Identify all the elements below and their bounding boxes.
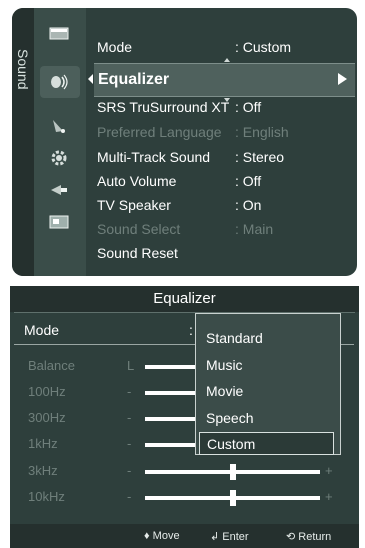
menu-item-tv-speaker[interactable]: TV Speaker : On (97, 193, 347, 217)
menu-item-value: : Custom (235, 39, 292, 55)
dropdown-option-custom[interactable]: Custom (199, 432, 334, 455)
sound-tab-label: Sound (15, 49, 31, 90)
eq-slider-knob[interactable] (229, 490, 236, 506)
left-arrow-icon (88, 74, 93, 84)
footer-enter-label: Enter (222, 531, 249, 543)
menu-item-label: Sound Select (97, 221, 181, 237)
footer-enter-hint: ↲ Enter (210, 530, 249, 543)
setup-icon[interactable] (48, 148, 70, 168)
eq-band-label: 1kHz (28, 436, 58, 451)
menu-item-label: Mode (97, 39, 133, 55)
right-arrow-icon (338, 73, 347, 85)
mode-label: Mode (24, 322, 60, 338)
menu-item-value: : On (235, 197, 262, 213)
footer-return-hint: ⟲ Return (286, 530, 331, 543)
channel-icon[interactable] (48, 116, 70, 136)
sound-icon[interactable] (48, 72, 70, 92)
equalizer-footer: ♦ Move ↲ Enter ⟲ Return (10, 524, 359, 548)
sound-menu-panel: Sound Mode : Custom Equalizer SRS TruSur… (12, 8, 357, 276)
eq-left-mark: - (127, 489, 132, 504)
menu-item-value: : Stereo (235, 149, 285, 165)
eq-right-mark: + (325, 463, 333, 478)
menu-item-label: SRS TruSurround XT (97, 99, 230, 115)
menu-item-label: Sound Reset (97, 245, 178, 261)
dropdown-option-label: Music (206, 357, 243, 373)
dropdown-option-label: Movie (206, 383, 244, 399)
scroll-up-indicator (224, 58, 230, 62)
menu-item-sound-reset[interactable]: Sound Reset (97, 241, 347, 265)
menu-item-label: Multi-Track Sound (97, 149, 211, 165)
picture-icon[interactable] (48, 24, 70, 44)
menu-item-label: Auto Volume (97, 173, 177, 189)
equalizer-title: Equalizer (153, 290, 216, 307)
eq-band-label: 3kHz (28, 463, 58, 478)
menu-item-label: TV Speaker (97, 197, 171, 213)
dropdown-option-standard[interactable]: Standard (199, 327, 332, 348)
eq-left-mark: L (127, 358, 135, 373)
eq-left-mark: - (127, 410, 132, 425)
footer-move-hint: ♦ Move (144, 530, 180, 542)
menu-item-label: Equalizer (98, 71, 170, 88)
menu-item-value: : Main (235, 221, 274, 237)
enter-icon: ↲ (210, 531, 220, 543)
mode-dropdown[interactable]: Standard Music Movie Speech Custom (195, 313, 341, 455)
return-icon: ⟲ (286, 531, 296, 543)
eq-slider-knob[interactable] (229, 464, 236, 480)
mode-colon: : (189, 322, 193, 338)
dropdown-option-label: Speech (206, 410, 254, 426)
eq-band-label: 100Hz (28, 384, 66, 399)
eq-right-mark: + (325, 489, 333, 504)
eq-left-mark: - (127, 463, 132, 478)
menu-item-value: : Off (235, 99, 262, 115)
input-icon[interactable] (48, 180, 70, 200)
menu-item-preferred-language: Preferred Language : English (97, 120, 347, 144)
dropdown-option-label: Custom (207, 436, 256, 452)
eq-left-mark: - (127, 436, 132, 451)
menu-item-multi-track-sound[interactable]: Multi-Track Sound : Stereo (97, 145, 347, 169)
application-icon[interactable] (48, 212, 70, 232)
menu-item-srs-trusurround[interactable]: SRS TruSurround XT : Off (97, 95, 347, 119)
equalizer-title-bar: Equalizer (10, 286, 359, 312)
dropdown-option-movie[interactable]: Movie (199, 380, 332, 401)
eq-left-mark: - (127, 384, 132, 399)
menu-item-value: : Off (235, 173, 262, 189)
dropdown-option-music[interactable]: Music (199, 354, 332, 375)
footer-return-label: Return (298, 531, 332, 543)
menu-item-auto-volume[interactable]: Auto Volume : Off (97, 169, 347, 193)
eq-band-label: 300Hz (28, 410, 66, 425)
menu-item-sound-select: Sound Select : Main (97, 217, 347, 241)
dropdown-option-speech[interactable]: Speech (199, 407, 332, 428)
menu-item-mode[interactable]: Mode : Custom (97, 35, 347, 59)
menu-item-equalizer[interactable]: Equalizer (88, 63, 355, 97)
menu-item-value: : English (235, 124, 289, 140)
menu-item-label: Preferred Language (97, 124, 222, 140)
dropdown-option-label: Standard (206, 330, 263, 346)
category-icon-column (34, 8, 86, 276)
sound-tab: Sound (12, 8, 34, 276)
eq-band-label: 10kHz (28, 489, 65, 504)
eq-band-label: Balance (28, 358, 75, 373)
